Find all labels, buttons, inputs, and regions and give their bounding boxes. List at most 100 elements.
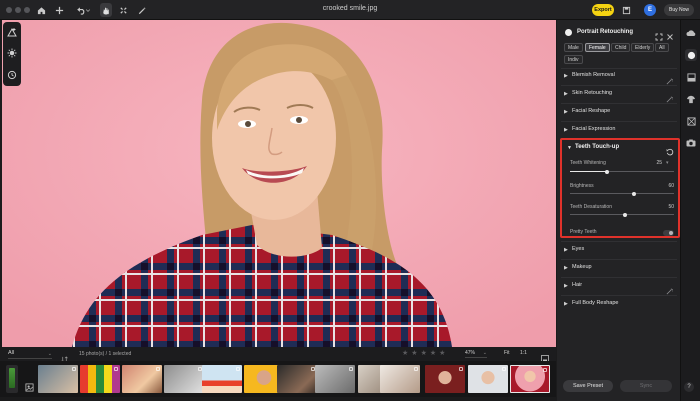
brush-icon[interactable] xyxy=(136,3,146,17)
chip-individual[interactable]: Indiv xyxy=(564,55,583,64)
hand-tool-icon[interactable] xyxy=(100,3,112,17)
chip-male[interactable]: Male xyxy=(564,43,583,52)
help-button[interactable]: ? xyxy=(684,382,694,392)
slider-knob[interactable] xyxy=(605,169,610,174)
star-icon[interactable]: ★ xyxy=(430,350,436,358)
photo-filter-select[interactable]: All ⌄ xyxy=(8,350,52,359)
section-full-body-reshape[interactable]: ▶ Full Body Reshape xyxy=(564,298,675,310)
magic-wand-icon[interactable] xyxy=(666,72,674,85)
thumbnail[interactable] xyxy=(38,365,78,393)
teeth-desaturation-slider[interactable] xyxy=(570,212,674,217)
save-icon[interactable] xyxy=(621,3,631,17)
section-makeup[interactable]: ▶ Makeup xyxy=(564,262,675,274)
teeth-desaturation-label: Teeth Desaturation xyxy=(570,204,612,210)
teeth-desaturation-value[interactable]: 50 xyxy=(654,204,674,210)
chip-elderly[interactable]: Elderly xyxy=(631,43,655,52)
save-preset-button[interactable]: Save Preset xyxy=(563,380,613,392)
filmstrip-toggle-icon[interactable] xyxy=(541,350,549,363)
magic-wand-icon[interactable] xyxy=(666,282,674,295)
thumbnail[interactable] xyxy=(425,365,465,393)
adjust-light-icon[interactable] xyxy=(6,47,18,59)
window-minimize-button[interactable] xyxy=(15,7,21,13)
window-zoom-button[interactable] xyxy=(24,7,30,13)
healing-tool-icon[interactable] xyxy=(118,3,128,17)
background-icon[interactable] xyxy=(685,71,697,83)
thumbnail[interactable] xyxy=(315,365,355,393)
chevron-right-icon: ▶ xyxy=(564,73,568,79)
portrait-icon[interactable] xyxy=(685,49,697,61)
section-skin-retouching[interactable]: ▶ Skin Retouching xyxy=(564,88,675,103)
sort-icon[interactable] xyxy=(61,350,68,363)
brightness-value[interactable]: 60 xyxy=(654,183,674,189)
chip-female[interactable]: Female xyxy=(585,43,610,52)
slider-knob[interactable] xyxy=(623,212,628,217)
photo-canvas[interactable] xyxy=(2,20,556,347)
account-avatar[interactable]: E xyxy=(644,4,656,16)
thumbnail[interactable] xyxy=(277,365,317,393)
chevron-down-icon[interactable]: ▾ xyxy=(666,160,669,166)
export-button[interactable]: Export xyxy=(592,4,614,16)
slider-knob[interactable] xyxy=(632,191,637,196)
thumbnail[interactable] xyxy=(380,365,420,393)
thumbnail[interactable] xyxy=(164,365,204,393)
thumbnail-selected[interactable] xyxy=(510,365,550,393)
teeth-touch-up-title[interactable]: Teeth Touch-up xyxy=(575,144,619,150)
section-hair[interactable]: ▶ Hair xyxy=(564,280,675,295)
camera-icon[interactable] xyxy=(685,137,697,149)
history-icon[interactable] xyxy=(6,69,18,81)
teeth-touch-up-section: ▼ Teeth Touch-up Teeth Whitening 25 ▾ Br… xyxy=(560,138,680,238)
undo-icon[interactable] xyxy=(75,3,91,17)
thumbnail[interactable] xyxy=(80,365,120,393)
left-toolbox xyxy=(3,22,21,86)
zoom-select[interactable]: 47% ⌄ xyxy=(465,350,487,358)
chevron-down-icon: ⌄ xyxy=(482,350,487,356)
window-close-button[interactable] xyxy=(6,7,12,13)
pretty-teeth-toggle[interactable] xyxy=(663,230,674,236)
brightness-label: Brightness xyxy=(570,183,594,189)
teeth-whitening-value[interactable]: 25 xyxy=(642,160,662,166)
one-to-one-button[interactable]: 1:1 xyxy=(520,350,527,356)
crop-icon[interactable] xyxy=(6,26,18,38)
section-eyes[interactable]: ▶ Eyes xyxy=(564,244,675,256)
buy-now-button[interactable]: Buy Now xyxy=(664,4,694,16)
zoom-value: 47% xyxy=(465,350,476,356)
section-facial-expression[interactable]: ▶ Facial Expression xyxy=(564,124,675,136)
cloud-icon[interactable] xyxy=(685,27,697,39)
star-icon[interactable]: ★ xyxy=(402,350,408,358)
chevron-right-icon: ▶ xyxy=(564,127,568,133)
star-icon[interactable]: ★ xyxy=(411,350,417,358)
star-icon[interactable]: ★ xyxy=(439,350,445,358)
section-label: Facial Reshape xyxy=(572,108,611,114)
portrait-retouching-header[interactable]: Portrait Retouching xyxy=(565,27,675,41)
chip-child[interactable]: Child xyxy=(611,43,631,52)
home-icon[interactable] xyxy=(36,3,46,17)
rating-stars[interactable]: ★ ★ ★ ★ ★ xyxy=(402,350,445,358)
magic-wand-icon[interactable] xyxy=(666,90,674,103)
section-label: Blemish Removal xyxy=(572,72,615,78)
photo-filter-value: All xyxy=(8,350,15,356)
chevron-down-icon[interactable]: ▼ xyxy=(567,145,572,151)
sync-button[interactable]: Sync xyxy=(620,380,672,392)
star-icon[interactable]: ★ xyxy=(421,350,427,358)
face-icon xyxy=(565,29,572,36)
expand-icon[interactable] xyxy=(655,28,663,41)
chip-all[interactable]: All xyxy=(655,43,669,52)
reset-icon[interactable] xyxy=(666,143,674,156)
filmstrip-toolbar: All ⌄ 15 photo(s) / 1 selected ★ ★ ★ ★ ★… xyxy=(0,347,556,363)
add-icon[interactable] xyxy=(54,3,64,17)
section-label: Hair xyxy=(572,282,583,288)
fit-button[interactable]: Fit xyxy=(504,350,510,356)
thumbnail[interactable] xyxy=(122,365,162,393)
mask-icon[interactable] xyxy=(685,115,697,127)
thumbnail[interactable] xyxy=(468,365,508,393)
section-blemish-removal[interactable]: ▶ Blemish Removal xyxy=(564,70,675,85)
compare-icon[interactable] xyxy=(25,379,34,392)
brightness-slider[interactable] xyxy=(570,191,674,196)
thumbnail[interactable] xyxy=(202,365,242,393)
body-icon[interactable] xyxy=(685,93,697,105)
close-icon[interactable] xyxy=(666,28,674,40)
module-rail xyxy=(680,20,700,401)
teeth-whitening-slider[interactable] xyxy=(570,169,674,174)
filmstrip-handle[interactable] xyxy=(6,365,18,393)
section-facial-reshape[interactable]: ▶ Facial Reshape xyxy=(564,106,675,118)
